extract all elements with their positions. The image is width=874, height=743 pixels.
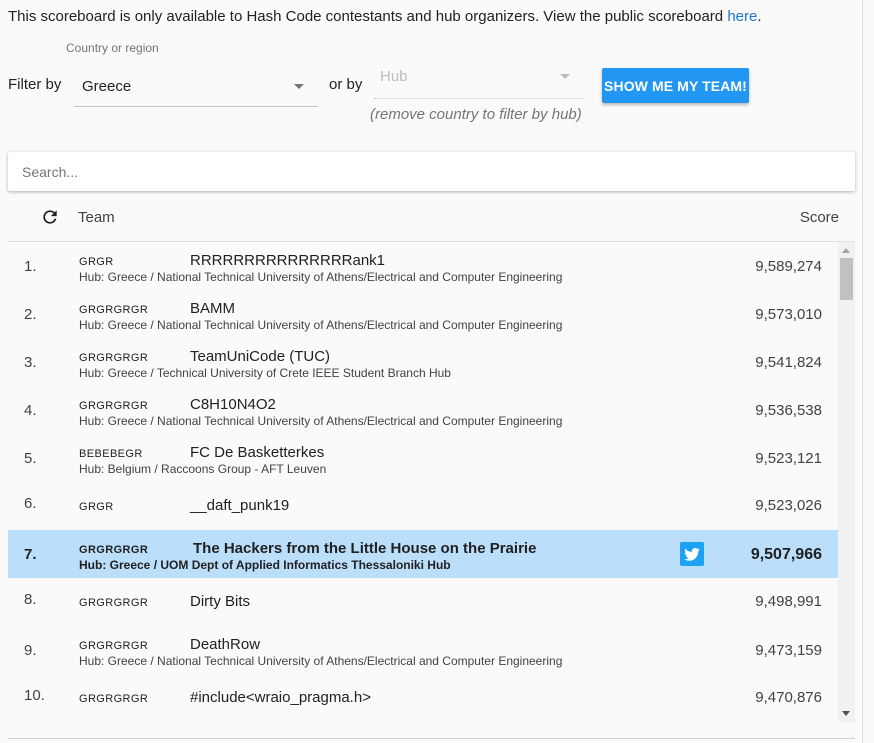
scroll-down-arrow-icon[interactable] bbox=[842, 711, 850, 716]
my-team-row[interactable]: 7. GRGRGRGR The Hackers from the Little … bbox=[8, 530, 838, 578]
scoreboard-list: 1. GRGR RRRRRRRRRRRRRRRank1 Hub: Greece … bbox=[8, 242, 838, 722]
team-name: __daft_punk19 bbox=[190, 497, 290, 514]
scrollbar[interactable] bbox=[838, 242, 855, 722]
table-row[interactable]: 5. BEBEBEGR FC De Basketterkes Hub: Belg… bbox=[8, 434, 838, 482]
team-score: 9,507,966 bbox=[750, 546, 822, 563]
team-score: 9,473,159 bbox=[755, 642, 822, 659]
country-code: GRGR bbox=[79, 501, 114, 513]
chevron-down-icon bbox=[560, 74, 570, 79]
team-name: TeamUniCode (TUC) bbox=[190, 348, 331, 365]
country-field-label: Country or region bbox=[66, 41, 159, 55]
team-score: 9,536,538 bbox=[755, 402, 822, 419]
team-hub: Hub: Greece / National Technical Univers… bbox=[79, 270, 563, 284]
team-hub: Hub: Greece / National Technical Univers… bbox=[79, 318, 563, 332]
scroll-thumb[interactable] bbox=[840, 258, 853, 300]
team-score: 9,589,274 bbox=[755, 258, 822, 275]
rank: 9. bbox=[24, 642, 37, 659]
team-name: The Hackers from the Little House on the… bbox=[193, 540, 537, 557]
table-row[interactable]: 8. GRGRGRGR Dirty Bits 9,498,991 bbox=[8, 578, 838, 626]
table-row[interactable]: 9. GRGRGRGR DeathRow Hub: Greece / Natio… bbox=[8, 626, 838, 674]
table-row[interactable]: 1. GRGR RRRRRRRRRRRRRRRank1 Hub: Greece … bbox=[8, 242, 838, 290]
hub-hint: (remove country to filter by hub) bbox=[370, 106, 582, 123]
team-score: 9,573,010 bbox=[755, 306, 822, 323]
hub-select[interactable]: Hub bbox=[374, 62, 584, 99]
country-code: GRGRGRGR bbox=[79, 304, 149, 316]
rank: 2. bbox=[24, 306, 37, 323]
country-select[interactable]: Greece bbox=[74, 66, 318, 107]
country-select-value: Greece bbox=[82, 78, 132, 95]
rank: 7. bbox=[24, 546, 37, 563]
rank: 8. bbox=[24, 591, 37, 608]
or-by-label: or by bbox=[329, 76, 363, 93]
country-code: GRGRGRGR bbox=[79, 640, 149, 652]
table-row[interactable]: 2. GRGRGRGR BAMM Hub: Greece / National … bbox=[8, 290, 838, 338]
country-code: GRGR bbox=[79, 256, 114, 268]
team-name: FC De Basketterkes bbox=[190, 444, 325, 461]
search-input[interactable] bbox=[22, 152, 842, 191]
rank: 1. bbox=[24, 258, 37, 275]
scroll-up-arrow-icon[interactable] bbox=[842, 248, 850, 253]
team-hub: Hub: Belgium / Raccoons Group - AFT Leuv… bbox=[79, 462, 327, 476]
team-hub: Hub: Greece / UOM Dept of Applied Inform… bbox=[79, 558, 451, 572]
table-row[interactable]: 4. GRGRGRGR C8H10N4O2 Hub: Greece / Nati… bbox=[8, 386, 838, 434]
list-bottom-divider bbox=[8, 738, 855, 739]
twitter-share-button[interactable] bbox=[680, 542, 704, 566]
country-code: GRGRGRGR bbox=[79, 597, 149, 609]
country-code: BEBEBEGR bbox=[79, 448, 143, 460]
team-score: 9,498,991 bbox=[755, 593, 822, 610]
country-code: GRGRGRGR bbox=[79, 544, 149, 556]
country-code: GRGRGRGR bbox=[79, 693, 149, 705]
show-my-team-button[interactable]: SHOW ME MY TEAM! bbox=[602, 68, 749, 103]
rank: 4. bbox=[24, 402, 37, 419]
table-row[interactable]: 6. GRGR __daft_punk19 9,523,026 bbox=[8, 482, 838, 530]
refresh-icon[interactable] bbox=[40, 207, 60, 227]
team-name: BAMM bbox=[190, 300, 235, 317]
team-name: DeathRow bbox=[190, 636, 261, 653]
twitter-icon bbox=[684, 548, 700, 561]
team-name: #include<wraio_pragma.h> bbox=[190, 689, 371, 706]
table-row[interactable]: 3. GRGRGRGR TeamUniCode (TUC) Hub: Greec… bbox=[8, 338, 838, 386]
team-column-header: Team bbox=[78, 209, 115, 226]
chevron-down-icon bbox=[294, 84, 304, 89]
team-score: 9,470,876 bbox=[755, 689, 822, 706]
team-hub: Hub: Greece / National Technical Univers… bbox=[79, 414, 563, 428]
notice-tail: . bbox=[757, 8, 762, 25]
public-scoreboard-link[interactable]: here bbox=[727, 8, 757, 25]
country-code: GRGRGRGR bbox=[79, 400, 149, 412]
team-hub: Hub: Greece / National Technical Univers… bbox=[79, 654, 563, 668]
table-row[interactable]: 10. GRGRGRGR #include<wraio_pragma.h> 9,… bbox=[8, 674, 838, 722]
team-score: 9,523,026 bbox=[755, 497, 822, 514]
team-name: Dirty Bits bbox=[190, 593, 250, 610]
rank: 5. bbox=[24, 450, 37, 467]
notice-text: This scoreboard is only available to Has… bbox=[8, 8, 728, 25]
rank: 6. bbox=[24, 495, 37, 512]
table-header: Team Score bbox=[8, 198, 855, 242]
team-score: 9,523,121 bbox=[755, 450, 822, 467]
rank: 10. bbox=[24, 687, 45, 704]
search-box bbox=[8, 152, 855, 191]
score-column-header: Score bbox=[799, 209, 839, 226]
team-hub: Hub: Greece / Technical University of Cr… bbox=[79, 366, 451, 380]
team-name: RRRRRRRRRRRRRRRank1 bbox=[190, 252, 386, 269]
team-score: 9,541,824 bbox=[755, 354, 822, 371]
access-notice: This scoreboard is only available to Has… bbox=[8, 8, 762, 25]
rank: 3. bbox=[24, 354, 37, 371]
team-name: C8H10N4O2 bbox=[190, 396, 276, 413]
page-divider bbox=[862, 0, 863, 743]
country-code: GRGRGRGR bbox=[79, 352, 149, 364]
hub-select-placeholder: Hub bbox=[380, 68, 408, 85]
filter-by-label: Filter by bbox=[8, 76, 62, 93]
